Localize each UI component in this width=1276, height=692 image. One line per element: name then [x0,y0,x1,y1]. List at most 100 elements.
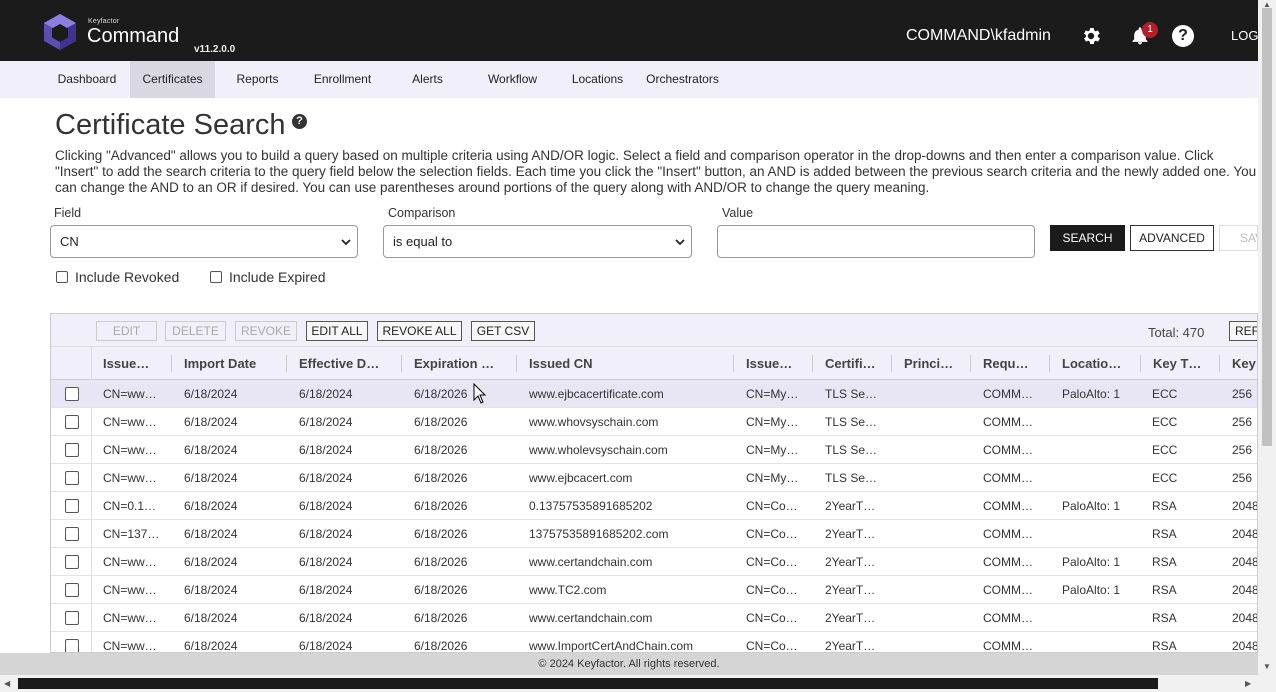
cell-expiration-date: 6/18/2026 [414,499,468,513]
row-select-checkbox[interactable] [65,555,79,569]
column-separator[interactable] [286,355,287,372]
cell-locations [1062,408,1142,436]
column-header-key-size[interactable]: Key [1232,347,1257,380]
column-header-issuer-dn[interactable]: Issue… [746,347,802,380]
save-button[interactable]: SAVE [1219,225,1258,251]
edit-button[interactable]: EDIT [96,321,157,341]
cell-principal [904,408,968,436]
row-select-checkbox[interactable] [65,639,79,652]
include-revoked-checkbox[interactable] [56,271,68,283]
field-select-value: CN [60,234,79,249]
table-row[interactable]: CN=ww… 6/18/2024 6/18/2024 6/18/2026 www.ejb… [51,380,1257,408]
scroll-up-icon[interactable]: ▲ [1263,0,1271,9]
column-header-key-type[interactable]: Key T… [1153,347,1213,380]
column-separator[interactable] [516,355,517,372]
cell-issued-cn: www.ejbcacertificate.com [529,387,664,401]
edit-all-button[interactable]: EDIT ALL [306,321,368,341]
cell-effective-date: 6/18/2024 [299,639,353,653]
column-header-expiration-date[interactable]: Expiration … [414,347,506,380]
help-icon[interactable]: ? [1172,25,1194,47]
table-row[interactable]: CN=ww… 6/18/2024 6/18/2024 6/18/2026 www.Imp… [51,632,1257,653]
nav-certificates[interactable]: Certificates [130,61,215,98]
user-name[interactable]: COMMAND\kfadmin [906,27,1051,45]
cell-locations: PaloAlto: 1 [1062,583,1121,597]
column-header-effective-date[interactable]: Effective D… [299,347,391,380]
column-header-principal[interactable]: Princi… [904,347,964,380]
nav-locations[interactable]: Locations [555,61,640,98]
column-separator[interactable] [401,355,402,372]
column-separator[interactable] [812,355,813,372]
column-separator[interactable] [1049,355,1050,372]
cell-principal [904,632,968,652]
row-select-checkbox[interactable] [65,443,79,457]
comparison-select[interactable]: is equal to [383,225,692,258]
nav-dashboard[interactable]: Dashboard [44,61,130,98]
cell-expiration-date: 6/18/2026 [414,527,468,541]
scroll-down-icon[interactable]: ▼ [1263,662,1271,671]
table-row[interactable]: CN=ww… 6/18/2024 6/18/2024 6/18/2026 www.cer… [51,548,1257,576]
advanced-button[interactable]: ADVANCED [1130,225,1214,251]
delete-button[interactable]: DELETE [165,321,226,341]
cell-principal [904,520,968,548]
value-input[interactable] [717,225,1035,258]
keyfactor-logo-icon[interactable] [42,13,78,51]
cell-issuer-dn: CN=Co… [746,583,798,597]
get-csv-button[interactable]: GET CSV [471,321,535,341]
cell-issued-cn: www.ImportCertAndChain.com [529,639,694,653]
title-help-icon[interactable]: ? [292,114,307,129]
table-row[interactable]: CN=ww… 6/18/2024 6/18/2024 6/18/2026 www.cer… [51,604,1257,632]
column-header-issued-cn[interactable]: Issued CN [529,347,724,380]
cell-certificate-template: 2YearT… [825,527,876,541]
scroll-left-icon[interactable]: ◀ [4,679,10,688]
search-button[interactable]: SEARCH [1050,225,1125,251]
scroll-right-icon[interactable]: ▶ [1245,679,1251,688]
column-separator[interactable] [1140,355,1141,372]
column-separator[interactable] [891,355,892,372]
row-select-checkbox[interactable] [65,499,79,513]
row-select-checkbox[interactable] [65,611,79,625]
row-select-checkbox[interactable] [65,387,79,401]
nav-alerts[interactable]: Alerts [385,61,470,98]
row-select-checkbox[interactable] [65,471,79,485]
column-header-issuer[interactable]: Issue… [103,347,161,380]
column-header-certificate-template[interactable]: Certifi… [825,347,887,380]
table-row[interactable]: CN=ww… 6/18/2024 6/18/2024 6/18/2026 www.who… [51,408,1257,436]
nav-reports[interactable]: Reports [215,61,300,98]
horizontal-scrollbar-thumb[interactable] [18,678,1158,689]
revoke-all-button[interactable]: REVOKE ALL [377,321,462,341]
table-row[interactable]: CN=ww… 6/18/2024 6/18/2024 6/18/2026 www.TC2… [51,576,1257,604]
table-row[interactable]: CN=ww… 6/18/2024 6/18/2024 6/18/2026 www.who… [51,436,1257,464]
revoke-button[interactable]: REVOKE [235,321,297,341]
include-expired-checkbox[interactable] [210,271,222,283]
cell-key-type: RSA [1152,527,1177,541]
table-row[interactable]: CN=137… 6/18/2024 6/18/2024 6/18/2026 137575… [51,520,1257,548]
cell-effective-date: 6/18/2024 [299,555,353,569]
cell-key-type: ECC [1152,415,1178,429]
field-select[interactable]: CN [50,225,358,258]
nav-orchestrators[interactable]: Orchestrators [640,61,725,98]
nav-workflow[interactable]: Workflow [470,61,555,98]
column-separator[interactable] [970,355,971,372]
table-row[interactable]: CN=0.1… 6/18/2024 6/18/2024 6/18/2026 0.1375… [51,492,1257,520]
column-header-locations[interactable]: Locatio… [1062,347,1142,380]
cell-key-type: RSA [1152,499,1177,513]
column-separator[interactable] [733,355,734,372]
column-separator[interactable] [1219,355,1220,372]
column-header-requester[interactable]: Requ… [983,347,1045,380]
row-select-checkbox[interactable] [65,583,79,597]
row-select-checkbox[interactable] [65,527,79,541]
nav-enrollment[interactable]: Enrollment [300,61,385,98]
column-header-import-date[interactable]: Import Date [184,347,279,380]
table-row[interactable]: CN=ww… 6/18/2024 6/18/2024 6/18/2026 www.ejb… [51,464,1257,492]
refresh-button[interactable]: REFRESH [1229,321,1257,341]
column-separator[interactable] [171,355,172,372]
cell-expiration-date: 6/18/2026 [414,555,468,569]
cell-requester: COMM… [983,527,1033,541]
vertical-scrollbar-thumb[interactable] [1262,8,1272,446]
cell-issued-cn: www.TC2.com [529,583,607,597]
cell-issued-cn: www.certandchain.com [529,611,653,625]
brand-name: Command [87,25,180,47]
logout-link[interactable]: LOG [1231,28,1258,43]
row-select-checkbox[interactable] [65,415,79,429]
gear-icon[interactable] [1080,25,1102,47]
